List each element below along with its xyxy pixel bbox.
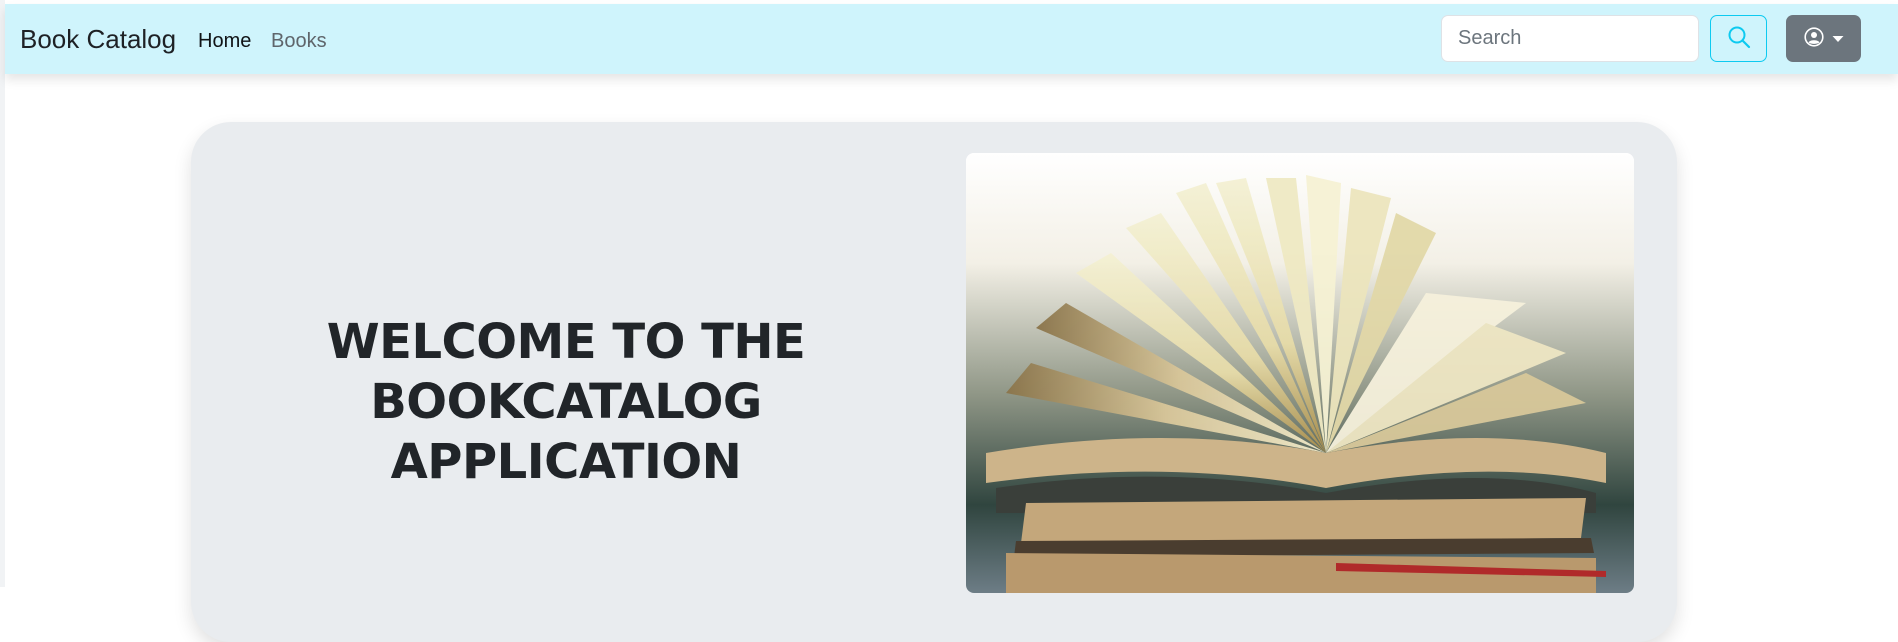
search-button[interactable]	[1710, 15, 1767, 62]
search-icon	[1727, 25, 1751, 52]
nav-link-home[interactable]: Home	[198, 30, 251, 53]
hero-books-image	[966, 153, 1634, 593]
hero-title-line-2: BOOKCATALOG APPLICATION	[370, 374, 762, 490]
hero-jumbotron: WELCOME TO THE BOOKCATALOG APPLICATION	[191, 122, 1677, 642]
hero-title: WELCOME TO THE BOOKCATALOG APPLICATION	[221, 312, 911, 492]
caret-down-icon	[1832, 31, 1844, 46]
user-circle-icon	[1803, 27, 1824, 50]
brand-logo-link[interactable]: Book Catalog	[20, 24, 176, 55]
top-navbar: Book Catalog Home Books	[5, 4, 1898, 74]
nav-link-books[interactable]: Books	[271, 30, 327, 53]
user-menu-dropdown-button[interactable]	[1786, 15, 1861, 62]
hero-title-line-1: WELCOME TO THE	[326, 314, 806, 370]
search-input[interactable]	[1441, 15, 1699, 62]
